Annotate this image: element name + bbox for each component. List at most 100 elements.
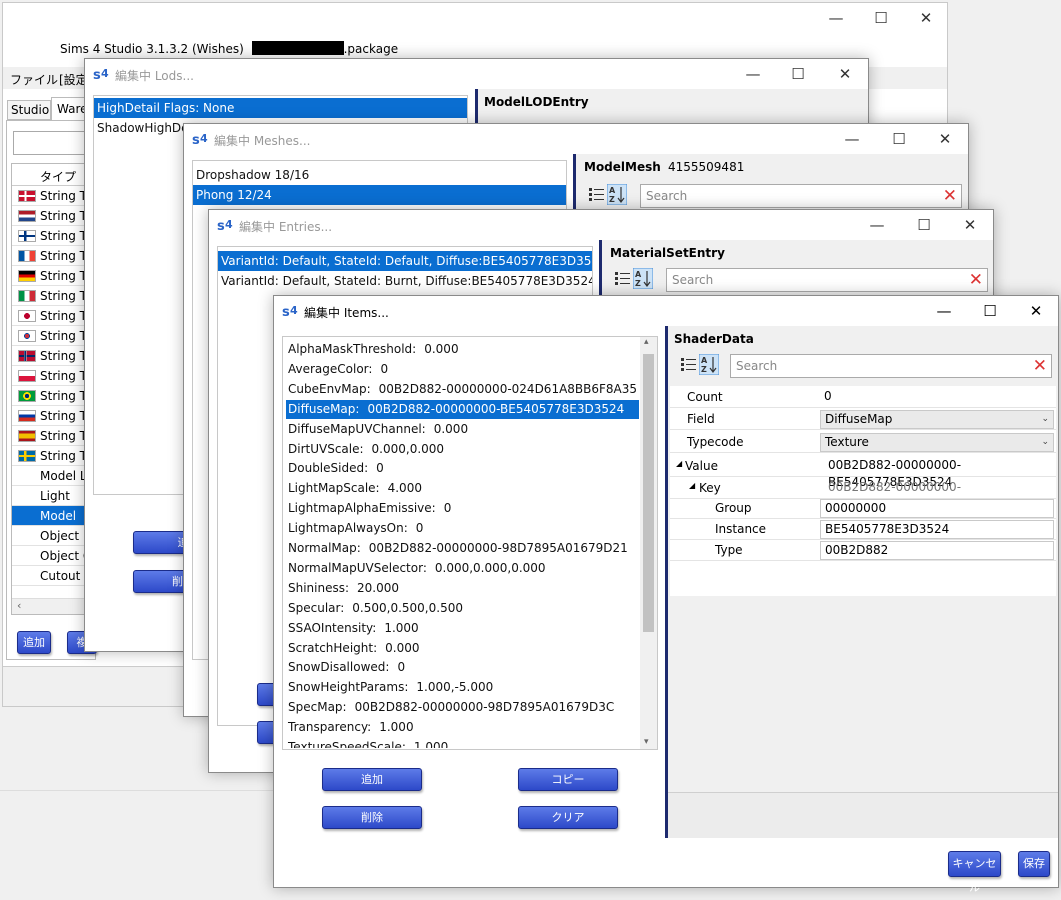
clear-search-icon[interactable]: ✕: [943, 187, 957, 205]
delete-button[interactable]: 削除: [322, 806, 422, 829]
entries-search-input[interactable]: Search ✕: [666, 268, 988, 292]
close-button[interactable]: ✕: [903, 3, 949, 33]
categorize-icon[interactable]: [680, 356, 697, 373]
list-item[interactable]: LightmapAlphaEmissive: 0: [286, 499, 639, 518]
add-button[interactable]: 追加: [322, 768, 422, 791]
list-item[interactable]: DoubleSided: 0: [286, 459, 639, 478]
scroll-left-icon[interactable]: ‹: [17, 599, 21, 612]
cancel-button[interactable]: キャンセル: [948, 851, 1001, 894]
property-name: Value: [685, 459, 718, 473]
list-item[interactable]: LightMapScale: 4.000: [286, 479, 639, 498]
sort-alpha-icon[interactable]: AZ: [607, 184, 627, 205]
list-item[interactable]: DiffuseMap: 00B2D882-00000000-BE5405778E3…: [285, 398, 639, 420]
item-name: ScratchHeight:: [288, 640, 378, 655]
property-row-typecode: Typecode Texture ⌄: [670, 431, 1056, 453]
field-dropdown[interactable]: DiffuseMap ⌄: [820, 410, 1054, 429]
list-item[interactable]: SnowHeightParams: 1.000,-5.000: [286, 678, 639, 697]
list-item[interactable]: Transparency: 1.000: [286, 718, 639, 737]
item-value: 00B2D882-00000000-98D7895A01679D3C: [354, 700, 615, 715]
list-item[interactable]: CubeEnvMap: 00B2D882-00000000-024D61A8BB6…: [286, 380, 639, 399]
expand-triangle-icon[interactable]: ◢: [676, 459, 682, 468]
list-item[interactable]: Specular: 0.500,0.500,0.500: [286, 599, 639, 618]
taskbar-area: [0, 790, 280, 890]
tab-studio[interactable]: Studio: [7, 100, 51, 120]
scrollbar-thumb[interactable]: [643, 354, 654, 632]
save-button[interactable]: 保存: [1018, 851, 1050, 877]
categorize-icon[interactable]: [588, 186, 605, 203]
clear-button[interactable]: クリア: [518, 806, 618, 829]
meshes-minimize-button[interactable]: —: [829, 124, 875, 154]
item-value: 0: [415, 521, 424, 536]
lods-maximize-button[interactable]: ☐: [775, 59, 821, 89]
copy-button[interactable]: コピー: [518, 768, 618, 791]
entries-maximize-button[interactable]: ☐: [901, 210, 947, 240]
items-close-button[interactable]: ✕: [1013, 296, 1059, 326]
list-item[interactable]: LightmapAlwaysOn: 0: [286, 519, 639, 538]
scroll-up-icon[interactable]: ▴: [644, 337, 649, 347]
meshes-maximize-button[interactable]: ☐: [876, 124, 922, 154]
list-item[interactable]: SnowDisallowed: 0: [286, 658, 639, 677]
items-minimize-button[interactable]: —: [921, 296, 967, 326]
expand-triangle-icon[interactable]: ◢: [689, 481, 695, 490]
property-name: Instance: [715, 522, 767, 536]
vertical-scrollbar[interactable]: ▴ ▾: [640, 337, 657, 749]
group-input[interactable]: 00000000: [820, 499, 1054, 518]
items-maximize-button[interactable]: ☐: [967, 296, 1013, 326]
flag-ru-icon: [18, 410, 36, 422]
lods-minimize-button[interactable]: —: [730, 59, 776, 89]
item-name: Shininess:: [288, 580, 350, 595]
list-item[interactable]: ScratchHeight: 0.000: [286, 639, 639, 658]
typecode-dropdown-value: Texture: [825, 435, 869, 449]
window-title: Sims 4 Studio 3.1.3.2 (Wishes) .package: [60, 41, 398, 56]
flag-nl-icon: [18, 210, 36, 222]
list-item[interactable]: HighDetail Flags: None: [94, 98, 467, 118]
list-item[interactable]: SSAOIntensity: 1.000: [286, 619, 639, 638]
type-input[interactable]: 00B2D882: [820, 541, 1054, 560]
main-content: タイプ String Tab String Tab String Tab String…: [6, 120, 100, 660]
flag-de-icon: [18, 270, 36, 282]
scroll-down-icon[interactable]: ▾: [644, 737, 649, 747]
list-item[interactable]: DiffuseMapUVChannel: 0.000: [286, 420, 639, 439]
maximize-button[interactable]: ☐: [858, 3, 904, 33]
list-item[interactable]: VariantId: Default, StateId: Default, Di…: [218, 251, 592, 271]
item-name: CubeEnvMap:: [288, 381, 371, 396]
meshes-search-input[interactable]: Search ✕: [640, 184, 962, 208]
list-item[interactable]: SpecMap: 00B2D882-00000000-98D7895A01679D…: [286, 698, 639, 717]
list-item[interactable]: Shininess: 20.000: [286, 579, 639, 598]
typecode-dropdown[interactable]: Texture ⌄: [820, 433, 1054, 452]
property-row-group: Group 00000000: [670, 497, 1056, 519]
list-item[interactable]: Dropshadow 18/16: [193, 165, 566, 185]
flag-dk-icon: [18, 190, 36, 202]
main-add-button[interactable]: 追加: [17, 631, 51, 654]
item-name: DirtUVScale:: [288, 441, 364, 456]
description-pane: [668, 792, 1058, 838]
sort-alpha-icon[interactable]: AZ: [699, 354, 719, 375]
sort-alpha-icon[interactable]: AZ: [633, 268, 653, 289]
clear-search-icon[interactable]: ✕: [969, 271, 983, 289]
list-item[interactable]: DirtUVScale: 0.000,0.000: [286, 440, 639, 459]
menu-file[interactable]: ファイル: [10, 71, 58, 88]
list-item[interactable]: AverageColor: 0: [286, 360, 639, 379]
list-item[interactable]: NormalMapUVSelector: 0.000,0.000,0.000: [286, 559, 639, 578]
property-value: 00B2D882-00000000-BE5405778E3D3524: [828, 480, 962, 511]
list-item[interactable]: AlphaMaskThreshold: 0.000: [286, 340, 639, 359]
shaderdata-search-input[interactable]: Search ✕: [730, 354, 1052, 378]
item-value: 0: [380, 361, 389, 376]
minimize-button[interactable]: —: [813, 3, 859, 33]
entries-minimize-button[interactable]: —: [854, 210, 900, 240]
list-item[interactable]: NormalMap: 00B2D882-00000000-98D7895A0167…: [286, 539, 639, 558]
list-item[interactable]: VariantId: Default, StateId: Burnt, Diff…: [218, 271, 592, 291]
instance-input[interactable]: BE5405778E3D3524: [820, 520, 1054, 539]
entries-close-button[interactable]: ✕: [947, 210, 993, 240]
list-item-label: Model: [40, 509, 77, 523]
title-text: Sims 4 Studio 3.1.3.2 (Wishes): [60, 42, 244, 56]
categorize-icon[interactable]: [614, 270, 631, 287]
meshes-property-header: ModelMesh 4155509481: [584, 160, 744, 174]
meshes-close-button[interactable]: ✕: [922, 124, 968, 154]
item-value: 1.000: [379, 720, 414, 735]
clear-search-icon[interactable]: ✕: [1033, 357, 1047, 375]
item-name: LightMapScale:: [288, 481, 380, 496]
lods-close-button[interactable]: ✕: [822, 59, 868, 89]
list-item[interactable]: Phong 12/24: [193, 185, 566, 205]
list-item[interactable]: TextureSpeedScale: 1.000: [286, 738, 639, 748]
